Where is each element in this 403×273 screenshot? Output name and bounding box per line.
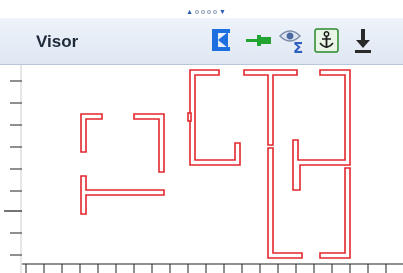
wall-segment [243,69,298,146]
wall-segment [187,112,192,122]
wall-segment [189,69,241,166]
visor-panel: ▲ ▼ Visor Σ [0,0,403,273]
wall-segment [292,69,351,191]
wall-segment [133,113,165,173]
floorplan-canvas[interactable] [0,0,403,273]
wall-segment [319,167,351,259]
wall-segment [80,113,103,153]
wall-layer [80,69,351,259]
wall-segment [80,175,165,215]
